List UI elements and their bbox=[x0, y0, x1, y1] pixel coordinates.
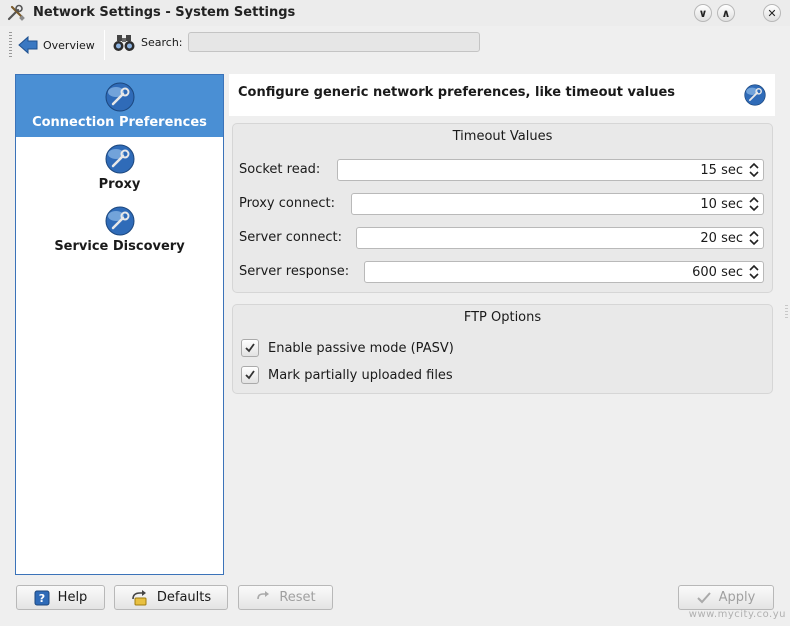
sidebar-item-label: Connection Preferences bbox=[32, 115, 207, 130]
passive-mode-checkbox-row[interactable]: Enable passive mode (PASV) bbox=[241, 339, 454, 357]
spinbox-value: 15 sec bbox=[700, 162, 743, 178]
splitter-handle[interactable] bbox=[785, 305, 788, 319]
reset-button[interactable]: Reset bbox=[238, 585, 333, 610]
overview-button[interactable]: Overview bbox=[18, 32, 95, 58]
watermark: www.mycity.co.yu bbox=[688, 609, 786, 620]
toolbar-separator bbox=[104, 30, 105, 60]
svg-text:?: ? bbox=[38, 592, 44, 605]
group-title: Timeout Values bbox=[452, 129, 553, 144]
overview-label: Overview bbox=[43, 38, 95, 52]
server-response-label: Server response: bbox=[239, 264, 350, 279]
group-title: FTP Options bbox=[463, 310, 542, 325]
system-settings-icon bbox=[7, 4, 25, 21]
sidebar-item-label: Proxy bbox=[98, 177, 141, 192]
mark-partial-label: Mark partially uploaded files bbox=[268, 367, 453, 383]
back-arrow-icon bbox=[18, 36, 38, 54]
defaults-label: Defaults bbox=[156, 590, 212, 605]
toolbar: Overview Search: bbox=[0, 26, 790, 64]
maximize-button[interactable]: ∧ bbox=[717, 4, 735, 22]
mark-partial-checkbox-row[interactable]: Mark partially uploaded files bbox=[241, 366, 453, 384]
server-connect-label: Server connect: bbox=[239, 230, 342, 245]
socket-read-spinbox[interactable]: 15 sec bbox=[337, 159, 764, 181]
server-connect-spinbox[interactable]: 20 sec bbox=[356, 227, 764, 249]
sidebar-item-service-discovery[interactable]: Service Discovery bbox=[16, 199, 223, 261]
network-globe-icon bbox=[105, 82, 134, 112]
timeout-values-group: Timeout Values Socket read: 15 sec Proxy… bbox=[232, 123, 773, 293]
help-button[interactable]: ? Help bbox=[16, 585, 105, 610]
spinbox-value: 600 sec bbox=[692, 264, 743, 280]
close-icon: ✕ bbox=[767, 6, 777, 20]
help-icon: ? bbox=[34, 590, 50, 605]
page-title: Configure generic network preferences, l… bbox=[238, 85, 676, 100]
reset-icon bbox=[257, 590, 270, 599]
apply-label: Apply bbox=[718, 590, 756, 605]
spinbox-value: 10 sec bbox=[700, 196, 743, 212]
close-button[interactable]: ✕ bbox=[763, 4, 781, 22]
defaults-icon bbox=[132, 589, 147, 605]
chevron-up-icon: ∧ bbox=[721, 6, 731, 20]
sidebar-item-label: Service Discovery bbox=[54, 239, 185, 254]
checkmark-icon bbox=[245, 370, 255, 380]
spin-arrows-icon[interactable] bbox=[748, 196, 760, 212]
minimize-button[interactable]: ∨ bbox=[694, 4, 712, 22]
spin-arrows-icon[interactable] bbox=[748, 230, 760, 246]
search-input[interactable] bbox=[188, 32, 480, 52]
proxy-connect-label: Proxy connect: bbox=[239, 196, 335, 211]
spinbox-value: 20 sec bbox=[700, 230, 743, 246]
toolbar-grip[interactable] bbox=[9, 32, 12, 58]
chevron-down-icon: ∨ bbox=[698, 6, 708, 20]
ftp-options-group: FTP Options Enable passive mode (PASV) M… bbox=[232, 304, 773, 394]
spin-arrows-icon[interactable] bbox=[748, 264, 760, 280]
help-label: Help bbox=[57, 590, 88, 605]
defaults-button[interactable]: Defaults bbox=[114, 585, 228, 610]
network-globe-icon bbox=[744, 84, 766, 106]
category-list: Connection Preferences Proxy Service Dis… bbox=[15, 74, 224, 575]
network-globe-icon bbox=[105, 206, 134, 236]
reset-label: Reset bbox=[279, 590, 316, 605]
socket-read-label: Socket read: bbox=[239, 162, 321, 177]
passive-mode-label: Enable passive mode (PASV) bbox=[268, 340, 454, 356]
server-response-spinbox[interactable]: 600 sec bbox=[364, 261, 764, 283]
page-header: Configure generic network preferences, l… bbox=[229, 74, 775, 116]
spin-arrows-icon[interactable] bbox=[748, 162, 760, 178]
search-label: Search: bbox=[141, 36, 183, 49]
window-title: Network Settings - System Settings bbox=[33, 5, 296, 20]
binoculars-icon bbox=[113, 35, 135, 51]
sidebar-item-connection-preferences[interactable]: Connection Preferences bbox=[16, 75, 223, 137]
mark-partial-checkbox[interactable] bbox=[241, 366, 259, 384]
passive-mode-checkbox[interactable] bbox=[241, 339, 259, 357]
sidebar-item-proxy[interactable]: Proxy bbox=[16, 137, 223, 199]
network-globe-icon bbox=[105, 144, 134, 174]
apply-button[interactable]: Apply bbox=[678, 585, 774, 610]
checkmark-icon bbox=[245, 343, 255, 353]
checkmark-icon bbox=[696, 591, 711, 603]
proxy-connect-spinbox[interactable]: 10 sec bbox=[351, 193, 764, 215]
title-bar: Network Settings - System Settings ∨ ∧ ✕ bbox=[0, 0, 790, 26]
